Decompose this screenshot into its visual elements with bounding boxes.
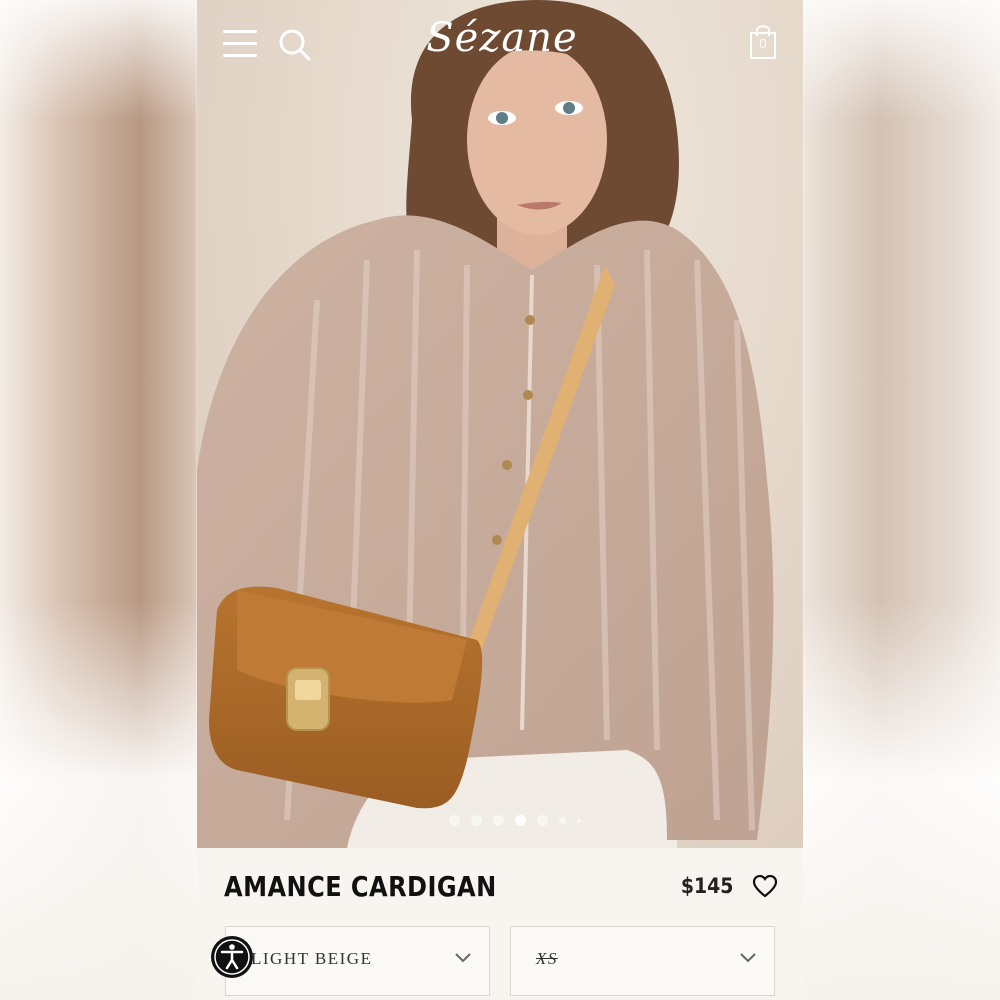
- menu-icon[interactable]: [223, 30, 257, 58]
- product-price: $145: [680, 874, 733, 898]
- chevron-down-icon: [455, 953, 471, 963]
- product-hero-image[interactable]: Sézane 0: [197, 0, 803, 848]
- chevron-down-icon: [740, 953, 756, 963]
- carousel-dot-active[interactable]: [515, 815, 526, 826]
- accessibility-icon: [211, 936, 253, 978]
- product-info: AMANCE CARDIGAN $145 LIGHT BEIGE XS: [197, 848, 803, 1000]
- carousel-dots: [449, 815, 581, 826]
- accessibility-button[interactable]: [210, 935, 254, 984]
- shopping-bag-icon[interactable]: 0: [749, 24, 777, 60]
- color-value: LIGHT BEIGE: [251, 949, 373, 968]
- heart-icon[interactable]: [752, 874, 778, 899]
- size-value: XS: [536, 949, 558, 968]
- carousel-dot[interactable]: [577, 818, 581, 823]
- bag-count: 0: [759, 36, 767, 51]
- product-title: AMANCE CARDIGAN: [224, 870, 497, 903]
- size-select[interactable]: XS: [510, 926, 775, 996]
- carousel-dot[interactable]: [537, 815, 548, 826]
- color-select[interactable]: LIGHT BEIGE: [225, 926, 490, 996]
- carousel-dot[interactable]: [449, 815, 460, 826]
- model-photo: [197, 0, 774, 848]
- carousel-dot[interactable]: [471, 815, 482, 826]
- search-icon[interactable]: [279, 28, 311, 62]
- mobile-screen: Sézane 0 AMANCE CARDIGAN $145 LIGHT BEIG…: [197, 0, 803, 1000]
- carousel-dot[interactable]: [493, 815, 504, 826]
- carousel-dot[interactable]: [559, 817, 566, 824]
- brand-logo[interactable]: Sézane: [417, 8, 587, 68]
